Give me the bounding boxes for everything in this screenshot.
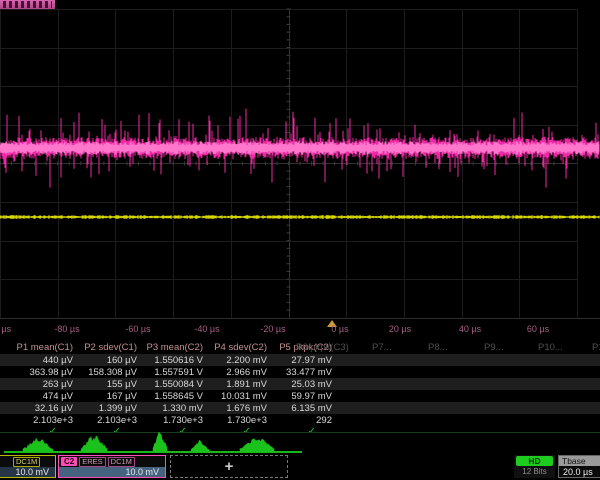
measure-value-max: 167 µV: [74, 391, 137, 403]
c2-channel-label: C2: [61, 457, 77, 466]
channel-c1-descriptor[interactable]: DC1M 10.0 mV: [0, 455, 56, 478]
measure-column-header-inactive[interactable]: P8...: [428, 342, 448, 354]
measure-column-header[interactable]: P4 sdev(C2): [202, 342, 267, 354]
time-axis-label: 40 µs: [459, 324, 481, 334]
time-axis-label: -60 µs: [125, 324, 150, 334]
trace-indicator-badge: [0, 0, 55, 9]
measure-value-mean: 1.557591 V: [138, 367, 203, 379]
measure-value-mean: 33.477 mV: [266, 367, 332, 379]
timebase-title: Tbase: [559, 456, 600, 466]
hd-badge: HD: [516, 456, 553, 466]
time-axis-label: 0 µs: [331, 324, 348, 334]
waveform-canvas: [0, 0, 600, 318]
c2-eres-badge: ERES: [79, 457, 105, 467]
measure-value-max: 10.031 mV: [202, 391, 267, 403]
add-trace-box[interactable]: +: [170, 455, 288, 478]
channel-c2-descriptor[interactable]: C2 ERES DC1M 10.0 mV: [58, 455, 166, 478]
plot-area[interactable]: [0, 0, 600, 318]
c1-vertical-scale: 10.0 mV: [0, 467, 55, 477]
time-axis-label: 60 µs: [527, 324, 549, 334]
timebase-descriptor[interactable]: Tbase 20.0 µs: [558, 455, 600, 478]
measure-column-header[interactable]: P2 sdev(C1): [74, 342, 137, 354]
measure-value-value: 160 µV: [74, 355, 137, 367]
measure-value-max: 474 µV: [11, 391, 73, 403]
measure-value-sdev: 6.135 mV: [266, 403, 332, 415]
measurement-histicons: [0, 432, 600, 456]
measure-value-min: 263 µV: [11, 379, 73, 391]
measure-column-header[interactable]: P3 mean(C2): [138, 342, 203, 354]
measure-value-value: 2.200 mV: [202, 355, 267, 367]
descriptor-bar: DC1M 10.0 mV C2 ERES DC1M 10.0 mV + HD 1…: [0, 455, 600, 480]
time-axis-label: -80 µs: [54, 324, 79, 334]
hd-bits-label: 12 Bits: [514, 467, 555, 476]
measure-value-value: 1.550616 V: [138, 355, 203, 367]
time-axis: -100 µs -80 µs -60 µs -40 µs -20 µs 0 µs 20 µs…: [0, 318, 600, 342]
time-axis-label: 20 µs: [389, 324, 411, 334]
time-axis-label: -100 µs: [0, 324, 11, 334]
hd-mode-indicator[interactable]: HD 12 Bits: [514, 455, 555, 478]
measure-value-mean: 158.308 µV: [74, 367, 137, 379]
measure-value-mean: 363.98 µV: [11, 367, 73, 379]
measure-table: P1 mean(C1)440 µV363.98 µV263 µV474 µV32…: [0, 341, 600, 436]
timebase-scale: 20.0 µs: [559, 467, 600, 477]
measure-value-min: 1.550084 V: [138, 379, 203, 391]
measure-column-header-inactive[interactable]: P11: [592, 342, 600, 354]
measure-value-mean: 2.966 mV: [202, 367, 267, 379]
c2-vertical-scale: 10.0 mV: [59, 467, 165, 477]
measure-value-min: 155 µV: [74, 379, 137, 391]
time-axis-label: -20 µs: [260, 324, 285, 334]
measure-column-header-inactive[interactable]: P10...: [538, 342, 563, 354]
add-trace-plus-icon: +: [171, 456, 287, 477]
measure-value-min: 25.03 mV: [266, 379, 332, 391]
measure-column-header-inactive[interactable]: P9...: [484, 342, 504, 354]
c2-coupling-badge: DC1M: [108, 457, 135, 467]
measure-value-value: 440 µV: [11, 355, 73, 367]
measure-column-header-inactive[interactable]: P7...: [372, 342, 392, 354]
measure-column-header[interactable]: P1 mean(C1): [11, 342, 73, 354]
measure-value-sdev: 1.676 mV: [202, 403, 267, 415]
measure-value-min: 1.891 mV: [202, 379, 267, 391]
measure-value-value: 27.97 mV: [266, 355, 332, 367]
measure-value-sdev: 32.16 µV: [11, 403, 73, 415]
c1-coupling-badge: DC1M: [13, 457, 40, 467]
measure-value-max: 59.97 mV: [266, 391, 332, 403]
measure-column-header-inactive[interactable]: P6 pkpk(C3): [296, 342, 349, 354]
measure-value-max: 1.558645 V: [138, 391, 203, 403]
oscilloscope-screen: -100 µs -80 µs -60 µs -40 µs -20 µs 0 µs 20 µs…: [0, 0, 600, 480]
measure-value-sdev: 1.399 µV: [74, 403, 137, 415]
time-axis-label: -40 µs: [194, 324, 219, 334]
measure-value-sdev: 1.330 mV: [138, 403, 203, 415]
